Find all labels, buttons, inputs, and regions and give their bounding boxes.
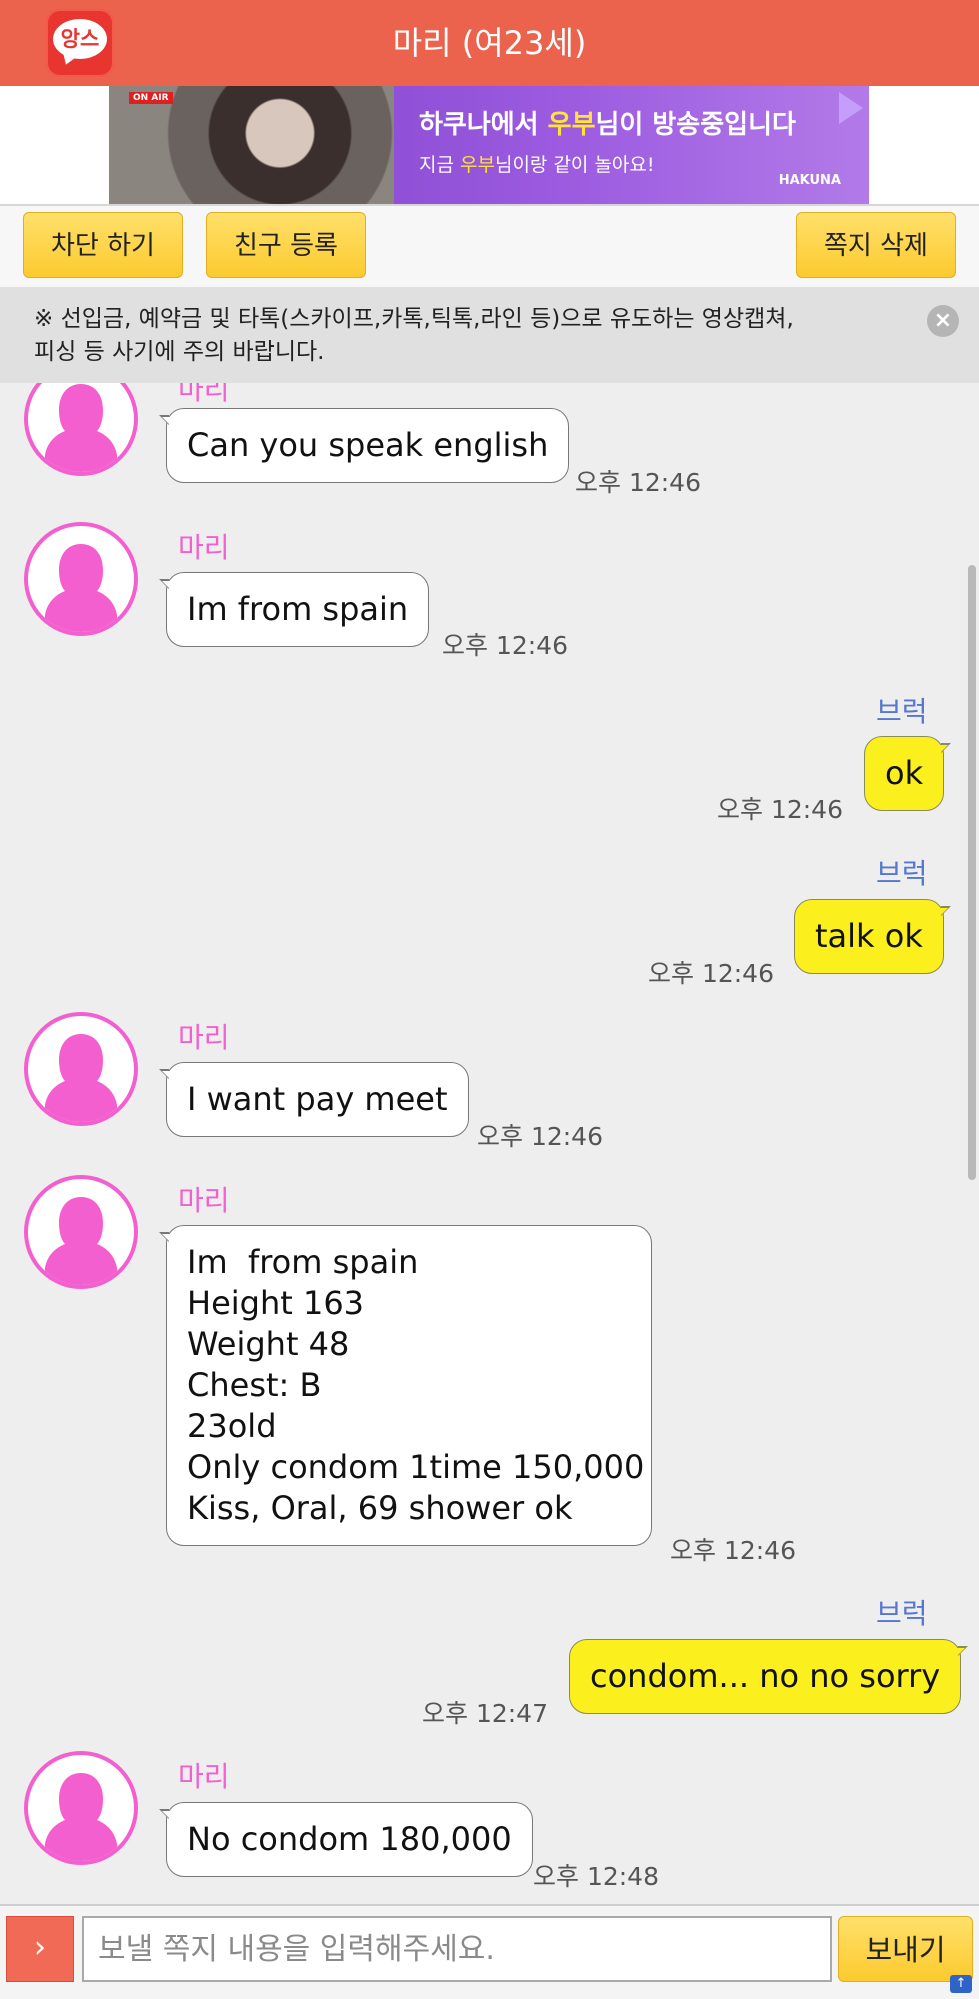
message-bubble[interactable]: talk ok: [794, 899, 951, 974]
sender-name: 마리: [178, 1184, 230, 1217]
send-button[interactable]: 보내기: [838, 1916, 973, 1982]
banner-headline: 하쿠나에서 우부님이 방송중입니다: [419, 110, 796, 140]
sender-name: 마리: [178, 1021, 230, 1054]
person-icon: [44, 1034, 118, 1122]
delete-message-button[interactable]: 쪽지 삭제: [796, 212, 956, 278]
person-icon: [44, 1197, 118, 1285]
message-bubble[interactable]: Can you speak english: [158, 408, 570, 483]
avatar[interactable]: [24, 1012, 138, 1126]
message-time: 오후 12:48: [533, 1862, 659, 1891]
message-bubble[interactable]: Im from spain: [158, 572, 430, 647]
expand-menu-button[interactable]: ›: [6, 1916, 74, 1982]
sender-name: 브럭: [876, 857, 928, 890]
message-time: 오후 12:46: [670, 1536, 796, 1565]
message-composer: › 보내기: [0, 1904, 979, 1999]
sender-name: 브럭: [876, 1597, 928, 1630]
add-friend-button[interactable]: 친구 등록: [206, 212, 366, 278]
ad-banner[interactable]: ON AIR 하쿠나에서 우부님이 방송중입니다 지금 우부님이랑 같이 놀아요…: [109, 86, 869, 204]
sender-name: 마리: [178, 1760, 230, 1793]
message-bubble[interactable]: condom... no no sorry: [569, 1639, 969, 1714]
person-icon: [44, 544, 118, 632]
banner-brand: HAKUNA: [778, 173, 841, 188]
person-icon: [44, 1773, 118, 1861]
message-time: 오후 12:46: [442, 631, 568, 660]
ad-banner-area: ON AIR 하쿠나에서 우부님이 방송중입니다 지금 우부님이랑 같이 놀아요…: [0, 86, 979, 204]
app-header: 앙스 마리 (여23세): [0, 0, 979, 86]
message-bubble[interactable]: ok: [864, 736, 952, 811]
avatar[interactable]: [24, 1175, 138, 1289]
sender-name: 브럭: [876, 695, 928, 728]
action-bar: 차단 하기 친구 등록 쪽지 삭제: [0, 204, 979, 289]
page-title: 마리 (여23세): [392, 24, 587, 62]
message-time: 오후 12:46: [648, 959, 774, 988]
message-input[interactable]: [82, 1916, 832, 1982]
close-notice-icon[interactable]: ×: [927, 305, 959, 337]
message-bubble[interactable]: Im from spain Height 163 Weight 48 Chest…: [159, 1225, 652, 1546]
message-bubble[interactable]: No condom 180,000: [159, 1802, 533, 1877]
avatar[interactable]: [24, 1751, 138, 1865]
message-time: 오후 12:46: [575, 468, 701, 497]
scrollbar[interactable]: [968, 565, 976, 1180]
play-icon: [839, 92, 863, 124]
banner-subline: 지금 우부님이랑 같이 놀아요!: [419, 154, 655, 176]
onair-badge: ON AIR: [129, 92, 173, 104]
scroll-top-icon[interactable]: ↑: [950, 1975, 972, 1993]
avatar[interactable]: [24, 522, 138, 636]
message-time: 오후 12:46: [717, 795, 843, 824]
block-button[interactable]: 차단 하기: [23, 212, 183, 278]
message-bubble[interactable]: I want pay meet: [159, 1062, 469, 1137]
sender-name: 마리: [178, 531, 230, 564]
notice-text-overlay: ※ 선입금, 예약금 및 타톡(스카이프,카톡,틱톡,라인 등)으로 유도하는 …: [34, 306, 794, 365]
message-time: 오후 12:47: [422, 1699, 548, 1728]
message-time: 오후 12:46: [477, 1122, 603, 1151]
